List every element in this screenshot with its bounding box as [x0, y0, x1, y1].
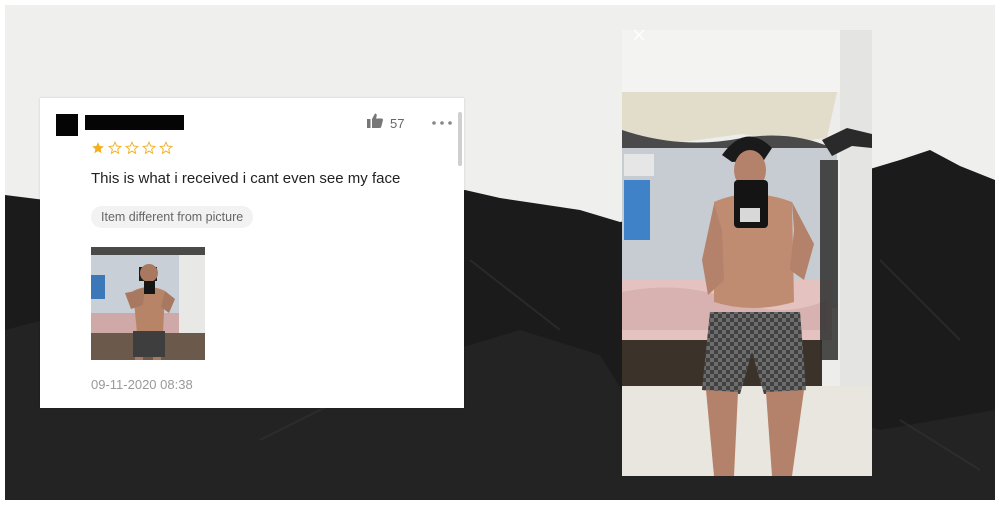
- star-outline-icon: [159, 141, 173, 155]
- star-outline-icon: [142, 141, 156, 155]
- scrollbar-thumb[interactable]: [458, 112, 462, 166]
- thumbs-up-icon: [366, 112, 384, 134]
- review-photo-thumbnail[interactable]: [91, 247, 205, 360]
- close-icon[interactable]: [633, 29, 645, 41]
- more-options-button[interactable]: [430, 112, 454, 130]
- star-outline-icon: [108, 141, 122, 155]
- review-card: 57 This is what i received i cant even s…: [40, 98, 464, 408]
- redacted-avatar: [56, 114, 78, 136]
- star-filled-icon: [92, 142, 104, 154]
- redacted-username: [85, 115, 184, 130]
- review-date: 09-11-2020 08:38: [91, 377, 193, 392]
- more-dots-icon: [432, 112, 452, 130]
- star-outline-icon: [125, 141, 139, 155]
- review-photo-fullsize[interactable]: [622, 30, 872, 476]
- review-tag[interactable]: Item different from picture: [91, 206, 254, 228]
- review-text: This is what i received i cant even see …: [91, 170, 401, 187]
- rating-stars: [91, 141, 173, 155]
- like-button[interactable]: 57: [366, 112, 405, 134]
- like-count: 57: [390, 115, 405, 131]
